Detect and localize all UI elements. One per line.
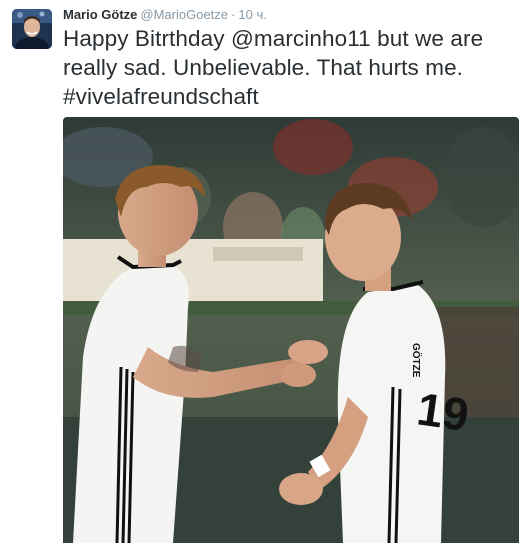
tweet-text-intro: Happy Bitrthday — [63, 26, 231, 51]
avatar-image — [12, 9, 52, 49]
author-handle[interactable]: @MarioGoetze — [140, 7, 228, 22]
tweet-timestamp[interactable]: 10 ч. — [238, 7, 266, 22]
tweet-text: Happy Bitrthday @marcinho11 but we are r… — [63, 24, 523, 111]
tweet: Mario Götze @MarioGoetze · 10 ч. Happy Bitr… — [0, 0, 531, 543]
tweet-header: Mario Götze @MarioGoetze · 10 ч. — [63, 6, 267, 24]
avatar[interactable] — [12, 9, 52, 49]
photo-jersey-number: 19 — [414, 382, 472, 441]
mention-link[interactable]: @marcinho11 — [231, 26, 371, 51]
header-separator: · — [231, 7, 236, 22]
hashtag-link[interactable]: #vivelafreundschaft — [63, 84, 259, 109]
photo-image: 19 GÖTZE — [63, 117, 519, 543]
author-name[interactable]: Mario Götze — [63, 7, 137, 22]
photo-jersey-name: GÖTZE — [410, 343, 423, 378]
tweet-photo[interactable]: 19 GÖTZE — [63, 117, 519, 543]
